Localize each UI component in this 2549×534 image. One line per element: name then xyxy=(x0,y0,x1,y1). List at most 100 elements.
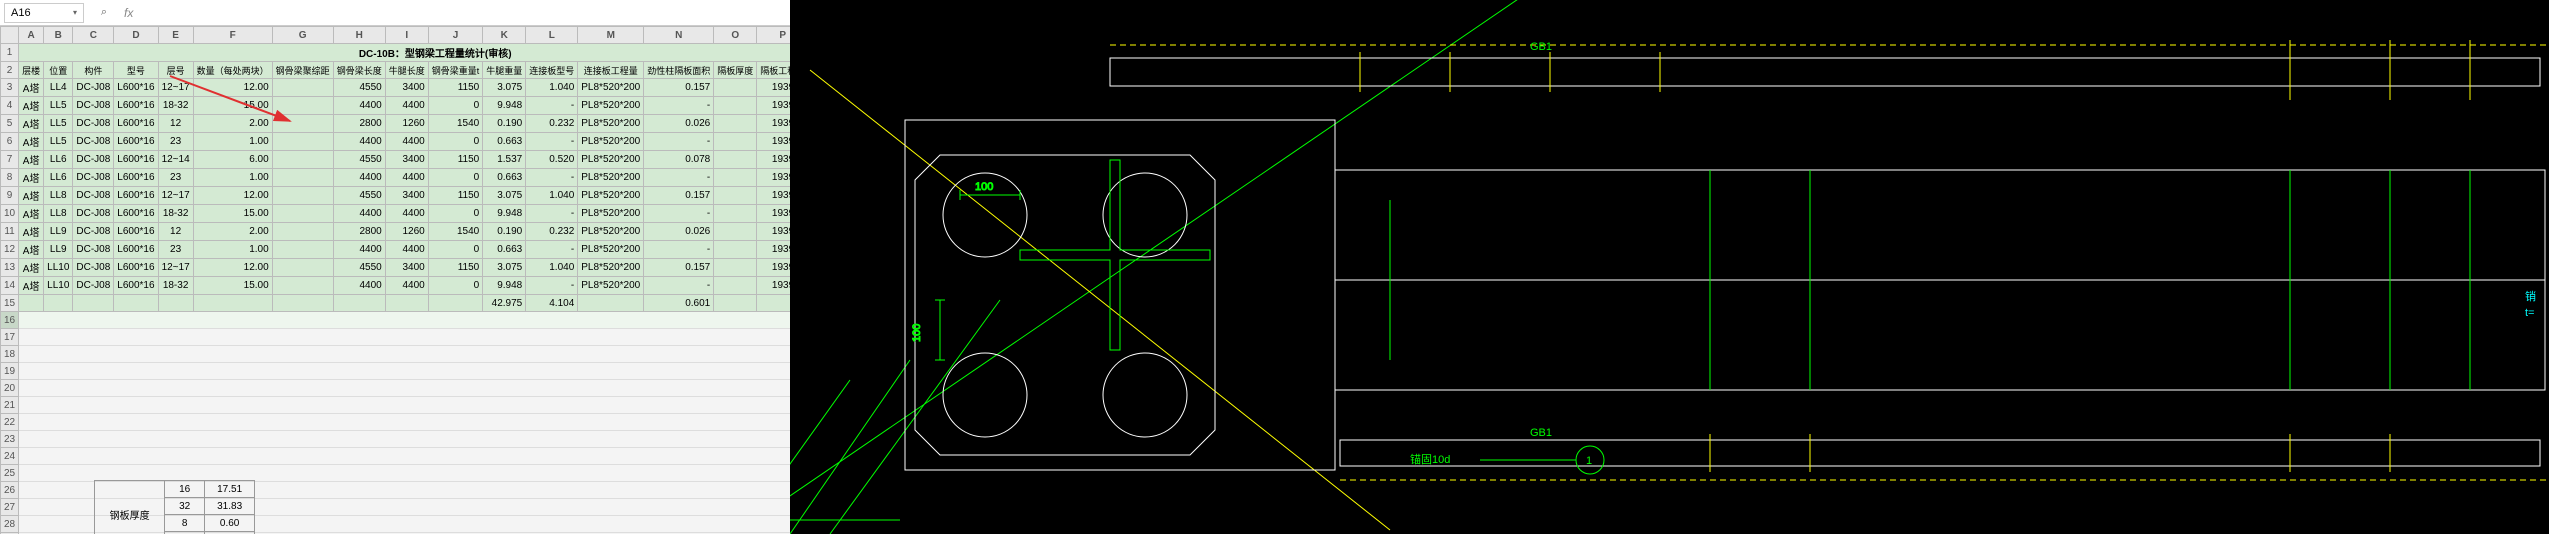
table-cell[interactable]: A塔 xyxy=(19,205,44,223)
table-cell[interactable]: 1150 xyxy=(428,259,483,277)
table-cell[interactable]: - xyxy=(644,205,714,223)
table-cell[interactable]: 0.190 xyxy=(483,115,526,133)
table-cell[interactable]: PL8*520*200 xyxy=(578,241,644,259)
table-cell[interactable]: 0.663 xyxy=(483,133,526,151)
table-cell[interactable]: 9.948 xyxy=(483,277,526,295)
row-header[interactable]: 12 xyxy=(1,241,19,259)
table-cell[interactable]: 0 xyxy=(428,133,483,151)
table-cell[interactable]: L600*16 xyxy=(114,115,158,133)
table-cell[interactable]: 1.00 xyxy=(193,169,272,187)
row-header[interactable]: 19 xyxy=(1,363,19,380)
table-cell[interactable]: 4400 xyxy=(385,133,428,151)
table-cell[interactable]: A塔 xyxy=(19,79,44,97)
table-cell[interactable]: PL8*520*200 xyxy=(578,115,644,133)
row-header[interactable]: 28 xyxy=(1,516,19,533)
table-cell[interactable]: 12.00 xyxy=(193,259,272,277)
table-cell[interactable]: 3.075 xyxy=(483,259,526,277)
table-cell[interactable]: 0 xyxy=(428,169,483,187)
empty-cell[interactable] xyxy=(19,465,790,482)
table-cell[interactable]: LL5 xyxy=(44,115,73,133)
table-cell[interactable] xyxy=(272,277,333,295)
table-cell[interactable]: 18-32 xyxy=(158,277,193,295)
table-cell[interactable]: 0.520 xyxy=(526,151,578,169)
cad-viewport[interactable]: GB1 100 xyxy=(790,0,2549,534)
table-cell[interactable]: 23 xyxy=(158,169,193,187)
row-header[interactable]: 16 xyxy=(1,312,19,329)
table-cell[interactable]: 4400 xyxy=(385,169,428,187)
table-cell[interactable]: DC-J08 xyxy=(73,79,114,97)
table-cell[interactable]: 1260 xyxy=(385,223,428,241)
table-cell[interactable]: - xyxy=(644,97,714,115)
row-header[interactable]: 9 xyxy=(1,187,19,205)
table-cell[interactable]: A塔 xyxy=(19,277,44,295)
table-cell[interactable]: 4400 xyxy=(333,169,385,187)
empty-cell[interactable] xyxy=(19,448,790,465)
table-cell[interactable]: 4400 xyxy=(333,205,385,223)
table-cell[interactable]: 193914 xyxy=(757,223,790,241)
empty-cell[interactable]: 钢板厚度1617.513231.8380.60102.8652.81- xyxy=(19,482,790,499)
table-cell[interactable]: 0.232 xyxy=(526,223,578,241)
table-cell[interactable] xyxy=(272,241,333,259)
row-header[interactable]: 2 xyxy=(1,62,19,79)
table-cell[interactable]: - xyxy=(644,241,714,259)
table-total-cell[interactable] xyxy=(19,295,44,312)
table-cell[interactable]: 9.948 xyxy=(483,205,526,223)
row-header[interactable]: 11 xyxy=(1,223,19,241)
table-cell[interactable] xyxy=(272,169,333,187)
table-cell[interactable]: 18-32 xyxy=(158,97,193,115)
table-cell[interactable]: PL8*520*200 xyxy=(578,277,644,295)
table-cell[interactable] xyxy=(714,79,757,97)
table-cell[interactable]: A塔 xyxy=(19,187,44,205)
table-cell[interactable]: LL5 xyxy=(44,133,73,151)
thickness-key[interactable]: 8 xyxy=(165,515,205,532)
table-cell[interactable]: 193914 xyxy=(757,97,790,115)
table-cell[interactable]: LL5 xyxy=(44,97,73,115)
table-total-cell[interactable]: 4.104 xyxy=(526,295,578,312)
table-cell[interactable]: L600*16 xyxy=(114,133,158,151)
search-icon[interactable]: ⌕ xyxy=(92,3,116,23)
thickness-val[interactable]: 0.60 xyxy=(205,515,255,532)
table-cell[interactable]: 1150 xyxy=(428,187,483,205)
table-cell[interactable] xyxy=(272,115,333,133)
table-cell[interactable] xyxy=(272,79,333,97)
row-header[interactable]: 13 xyxy=(1,259,19,277)
empty-cell[interactable] xyxy=(19,431,790,448)
table-header-cell[interactable]: 型号 xyxy=(114,62,158,79)
table-cell[interactable] xyxy=(272,187,333,205)
table-cell[interactable]: A塔 xyxy=(19,169,44,187)
table-header-cell[interactable]: 牛腿重量 xyxy=(483,62,526,79)
table-cell[interactable]: 12 xyxy=(158,223,193,241)
table-cell[interactable]: 193914 xyxy=(757,277,790,295)
table-cell[interactable]: A塔 xyxy=(19,223,44,241)
thickness-key[interactable]: 16 xyxy=(165,481,205,498)
table-cell[interactable]: 193914 xyxy=(757,79,790,97)
table-cell[interactable]: 4400 xyxy=(333,241,385,259)
table-cell[interactable]: 193914 xyxy=(757,133,790,151)
table-cell[interactable]: 12~17 xyxy=(158,259,193,277)
table-header-cell[interactable]: 劲性柱隔板面积 xyxy=(644,62,714,79)
table-header-cell[interactable]: 牛腿长度 xyxy=(385,62,428,79)
table-header-cell[interactable]: 位置 xyxy=(44,62,73,79)
empty-cell[interactable] xyxy=(19,397,790,414)
table-cell[interactable]: 0.232 xyxy=(526,115,578,133)
table-cell[interactable]: 193914 xyxy=(757,187,790,205)
table-cell[interactable]: LL10 xyxy=(44,277,73,295)
table-cell[interactable]: DC-J08 xyxy=(73,169,114,187)
table-cell[interactable]: - xyxy=(644,133,714,151)
table-header-cell[interactable]: 构件 xyxy=(73,62,114,79)
row-header[interactable]: 1 xyxy=(1,44,19,62)
table-cell[interactable]: 3.075 xyxy=(483,187,526,205)
table-cell[interactable]: 3.075 xyxy=(483,79,526,97)
table-total-cell[interactable] xyxy=(114,295,158,312)
table-cell[interactable]: A塔 xyxy=(19,241,44,259)
table-cell[interactable]: - xyxy=(526,205,578,223)
table-cell[interactable]: 0.663 xyxy=(483,241,526,259)
column-header[interactable]: P xyxy=(757,27,790,44)
table-cell[interactable]: 4400 xyxy=(385,97,428,115)
column-header[interactable]: B xyxy=(44,27,73,44)
table-cell[interactable] xyxy=(714,133,757,151)
steel-thickness-table[interactable]: 钢板厚度1617.513231.8380.60102.8652.81- xyxy=(94,480,255,534)
empty-cell[interactable] xyxy=(19,312,790,329)
table-cell[interactable]: A塔 xyxy=(19,115,44,133)
table-header-cell[interactable]: 钢骨梁聚综距 xyxy=(272,62,333,79)
